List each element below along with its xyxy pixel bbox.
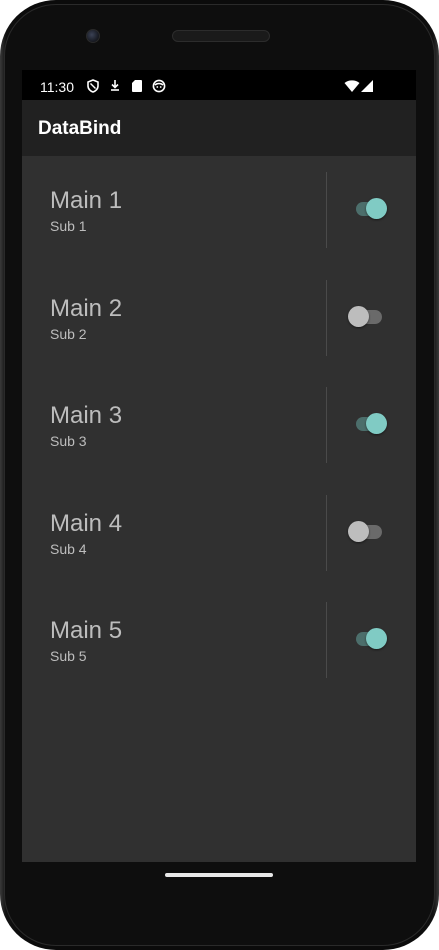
sub-label: Sub 4 — [50, 541, 87, 557]
sub-label: Sub 2 — [50, 326, 87, 342]
divider — [326, 387, 327, 463]
app-title: DataBind — [38, 118, 122, 139]
list-item[interactable]: Main 2 Sub 2 — [22, 264, 416, 372]
status-bar: 11:30 — [22, 70, 416, 100]
wifi-icon — [344, 80, 360, 92]
switch-thumb — [348, 521, 369, 542]
list-item-text: Main 3 Sub 3 — [50, 402, 122, 450]
toggle-switch[interactable] — [348, 302, 392, 332]
main-label: Main 5 — [50, 617, 123, 644]
app-bar: DataBind — [22, 100, 416, 156]
switch-thumb — [366, 413, 387, 434]
divider — [326, 280, 327, 356]
navigation-bar — [0, 862, 439, 950]
screen: 11:30 DataBind Main 1 Sub 1 Main 2 Sub 2… — [22, 70, 416, 862]
list-item[interactable]: Main 5 Sub 5 — [22, 586, 416, 694]
list-container: Main 1 Sub 1 Main 2 Sub 2 Main 3 Sub 3 M… — [22, 156, 416, 862]
front-camera — [86, 29, 100, 43]
main-label: Main 1 — [50, 187, 123, 214]
list-item-text: Main 4 Sub 4 — [50, 510, 122, 558]
signal-icon — [361, 80, 373, 92]
switch-thumb — [366, 628, 387, 649]
sub-label: Sub 1 — [50, 218, 87, 234]
list-item[interactable]: Main 1 Sub 1 — [22, 156, 416, 264]
main-label: Main 3 — [50, 402, 123, 429]
toggle-switch[interactable] — [348, 409, 392, 439]
shield-icon — [87, 79, 99, 93]
toggle-switch[interactable] — [348, 194, 392, 224]
earpiece-speaker — [172, 30, 270, 42]
toggle-switch[interactable] — [348, 517, 392, 547]
main-label: Main 2 — [50, 295, 123, 322]
list-item[interactable]: Main 3 Sub 3 — [22, 371, 416, 479]
sub-label: Sub 5 — [50, 648, 87, 664]
list-item-text: Main 2 Sub 2 — [50, 295, 122, 343]
list-item[interactable]: Main 4 Sub 4 — [22, 479, 416, 587]
main-label: Main 4 — [50, 510, 123, 537]
list-item-text: Main 1 Sub 1 — [50, 187, 122, 235]
phone-frame: 11:30 DataBind Main 1 Sub 1 Main 2 Sub 2… — [0, 0, 439, 950]
list-item-text: Main 5 Sub 5 — [50, 617, 122, 665]
toggle-switch[interactable] — [348, 624, 392, 654]
switch-thumb — [366, 198, 387, 219]
divider — [326, 602, 327, 678]
download-icon — [111, 80, 119, 91]
sd-card-icon — [132, 80, 142, 92]
switch-thumb — [348, 306, 369, 327]
sub-label: Sub 3 — [50, 433, 87, 449]
face-icon — [152, 79, 166, 93]
divider — [326, 172, 327, 248]
divider — [326, 495, 327, 571]
home-indicator[interactable] — [165, 873, 273, 877]
status-time: 11:30 — [40, 79, 74, 95]
